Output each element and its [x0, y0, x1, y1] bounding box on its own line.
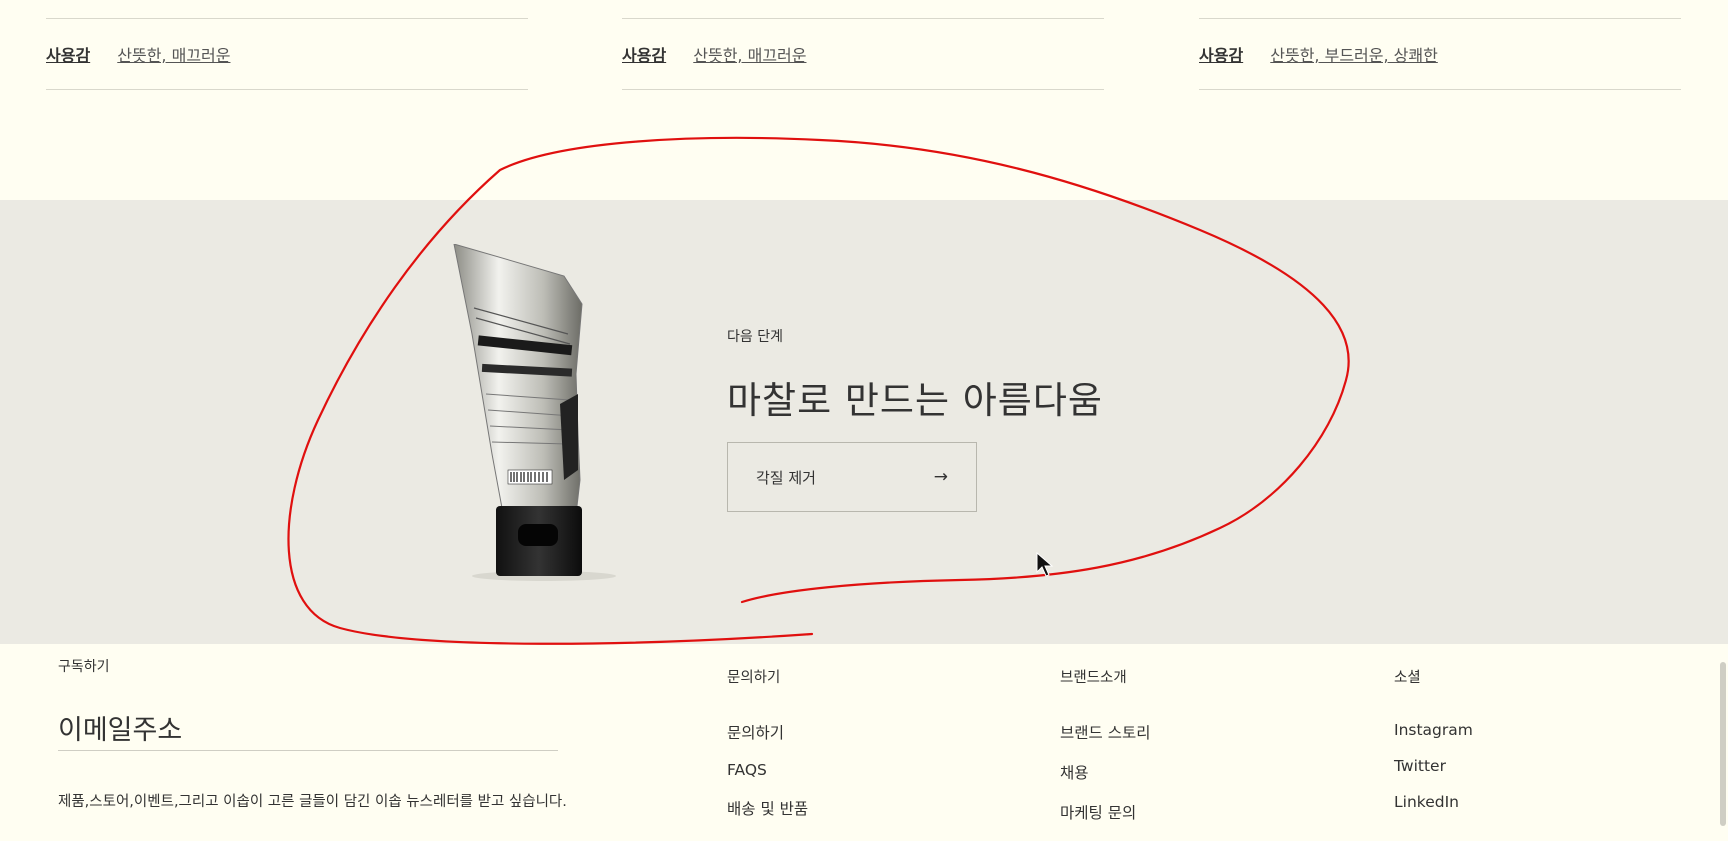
promo-section: 다음 단계 마찰로 만드는 아름다움 각질 제거 →: [0, 200, 1728, 644]
footer-column-social: 소셜 Instagram Twitter LinkedIn: [1394, 666, 1473, 829]
feature-key[interactable]: 사용감: [46, 46, 90, 65]
mouse-cursor-icon: [1036, 552, 1054, 577]
feature-value[interactable]: 산뜻한, 부드러운, 상쾌한: [1270, 46, 1438, 65]
footer-link-twitter[interactable]: Twitter: [1394, 757, 1473, 775]
footer-link-marketing-inquiry[interactable]: 마케팅 문의: [1060, 801, 1151, 823]
cta-label: 각질 제거: [756, 468, 816, 487]
feature-row: 사용감 산뜻한, 부드러운, 상쾌한: [1199, 42, 1438, 66]
product-tube-image: [453, 244, 616, 581]
footer-column-title: 소셜: [1394, 670, 1421, 686]
feature-key[interactable]: 사용감: [622, 46, 666, 65]
feature-strip: 사용감 산뜻한, 매끄러운 사용감 산뜻한, 매끄러운 사용감 산뜻한, 부드러…: [0, 0, 1728, 200]
footer-link-instagram[interactable]: Instagram: [1394, 721, 1473, 739]
footer-link-contact[interactable]: 문의하기: [727, 721, 808, 743]
promo-title: 마찰로 만드는 아름다움: [727, 379, 1103, 422]
footer-link-shipping-returns[interactable]: 배송 및 반품: [727, 797, 808, 819]
divider: [622, 89, 1104, 90]
footer-link-linkedin[interactable]: LinkedIn: [1394, 793, 1473, 811]
feature-value[interactable]: 산뜻한, 매끄러운: [117, 46, 230, 65]
divider: [1199, 89, 1681, 90]
feature-row: 사용감 산뜻한, 매끄러운: [622, 42, 806, 66]
divider: [1199, 18, 1681, 19]
feature-key[interactable]: 사용감: [1199, 46, 1243, 65]
footer-column-brand: 브랜드소개 브랜드 스토리 채용 마케팅 문의: [1060, 666, 1151, 841]
exfoliate-cta-button[interactable]: 각질 제거 →: [727, 442, 977, 512]
feature-row: 사용감 산뜻한, 매끄러운: [46, 42, 230, 66]
footer-column-title: 브랜드소개: [1060, 670, 1127, 686]
newsletter-consent-text: 제품,스토어,이벤트,그리고 이솝이 고른 글들이 담긴 이솝 뉴스레터를 받고…: [58, 794, 567, 810]
divider: [46, 89, 528, 90]
divider: [622, 18, 1104, 19]
scrollbar-thumb[interactable]: [1720, 662, 1726, 826]
footer-link-brand-story[interactable]: 브랜드 스토리: [1060, 721, 1151, 743]
divider: [46, 18, 528, 19]
promo-eyebrow: 다음 단계: [727, 329, 783, 345]
footer-column-title: 문의하기: [727, 670, 781, 686]
footer-link-faqs[interactable]: FAQS: [727, 761, 808, 779]
arrow-right-icon: →: [933, 467, 948, 487]
email-input[interactable]: [58, 710, 558, 751]
footer-column-contact: 문의하기 문의하기 FAQS 배송 및 반품: [727, 666, 808, 837]
subscribe-title: 구독하기: [58, 659, 110, 675]
footer-link-careers[interactable]: 채용: [1060, 761, 1151, 783]
site-footer: 구독하기 제품,스토어,이벤트,그리고 이솝이 고른 글들이 담긴 이솝 뉴스레…: [0, 644, 1728, 826]
feature-value[interactable]: 산뜻한, 매끄러운: [693, 46, 806, 65]
